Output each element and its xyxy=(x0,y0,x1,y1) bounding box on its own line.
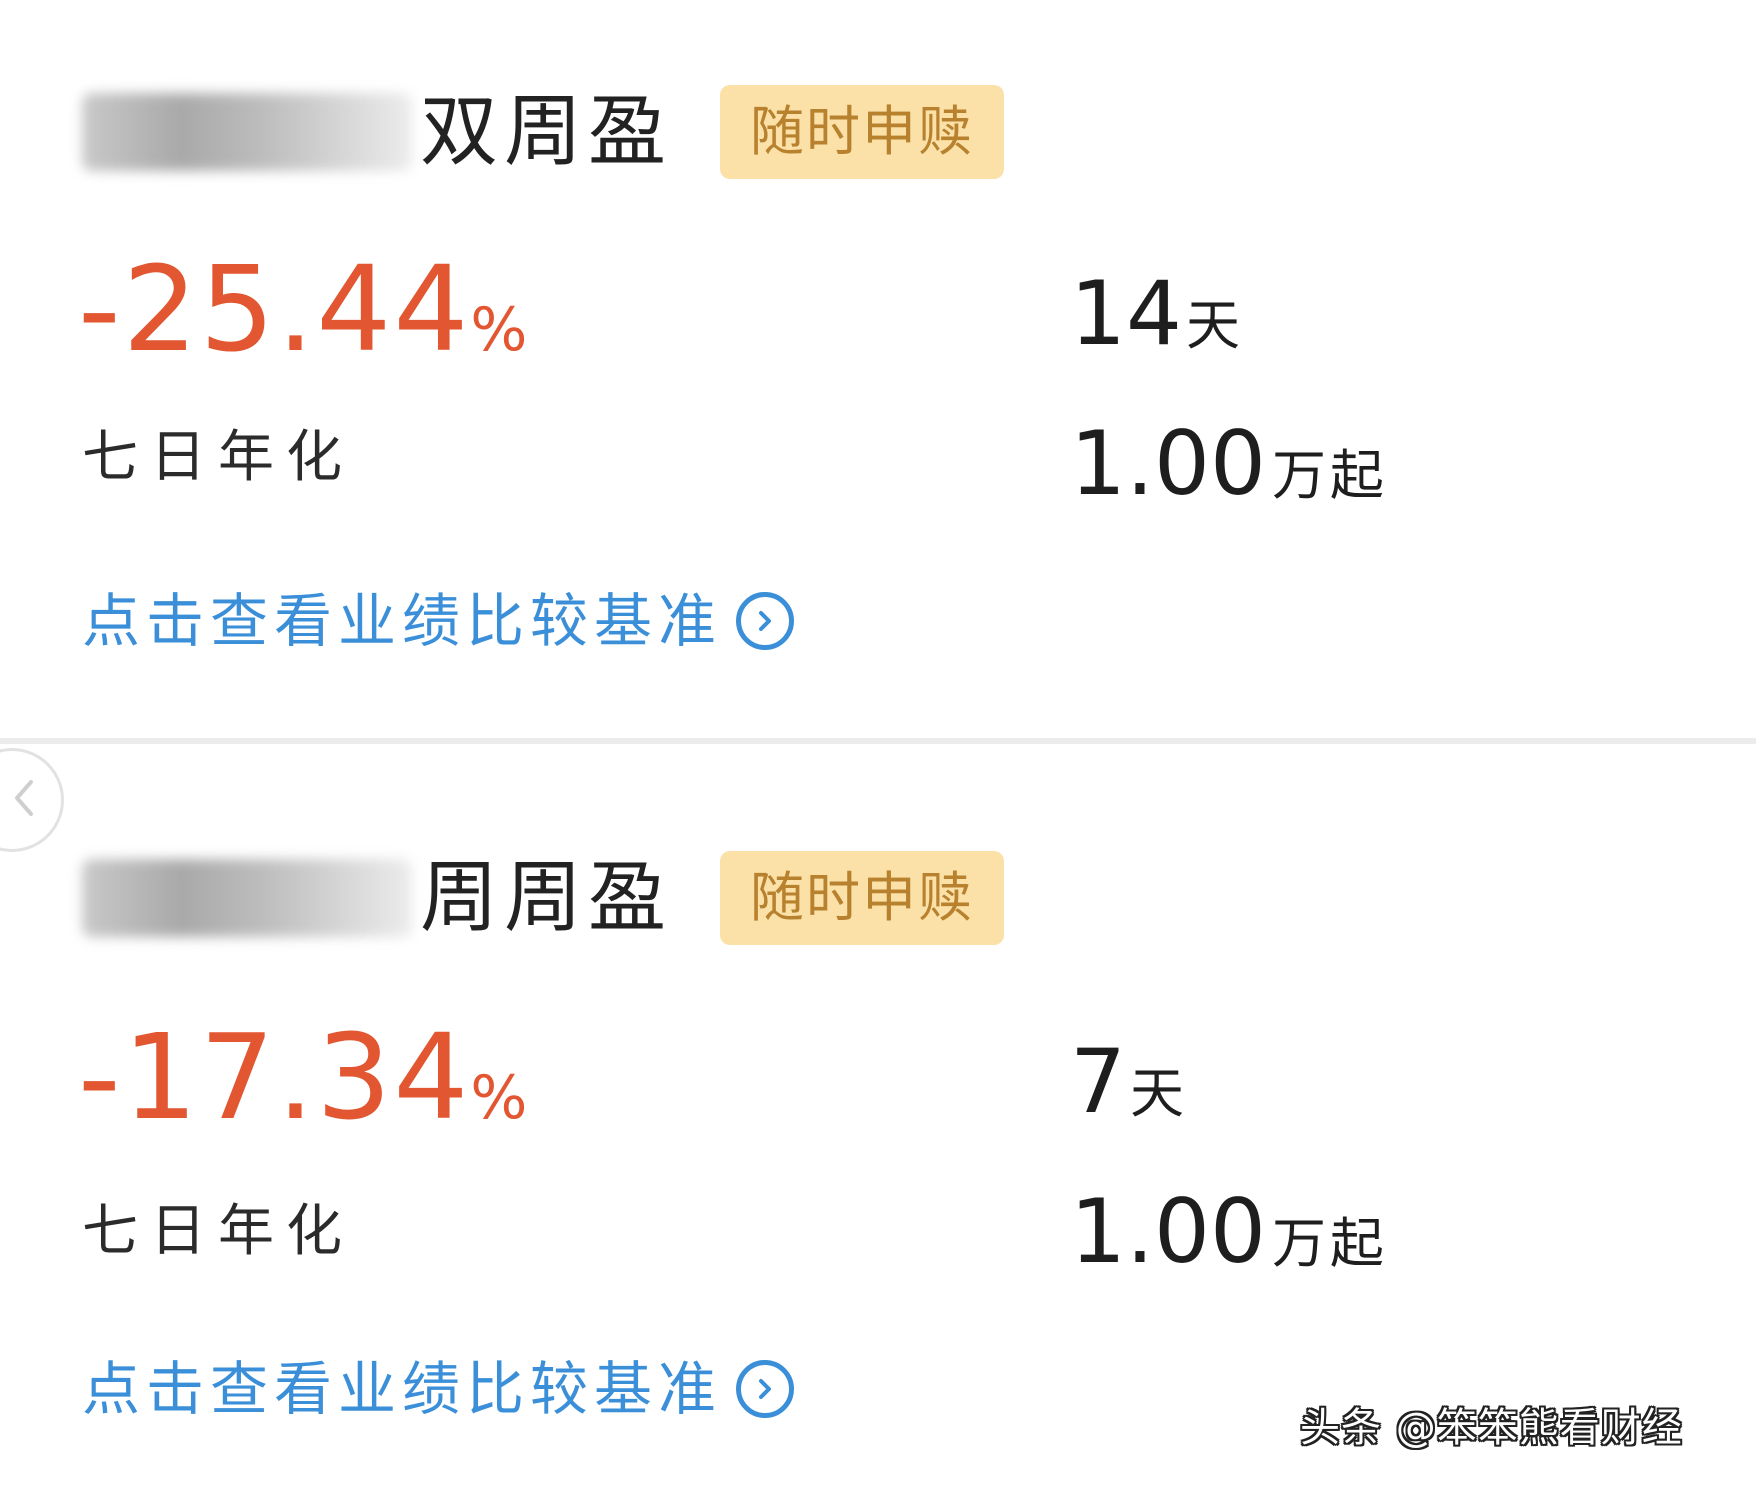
blurred-product-name xyxy=(82,859,412,937)
redeem-tag: 随时申赎 xyxy=(720,85,1005,179)
view-benchmark-link[interactable]: 点击查看业绩比较基准 xyxy=(82,587,795,655)
redeem-tag: 随时申赎 xyxy=(720,851,1005,945)
rate-unit: % xyxy=(470,295,528,365)
min-amount-value: 1.00 xyxy=(1070,1180,1266,1283)
period-value: 7 xyxy=(1070,1030,1126,1133)
period-value: 14 xyxy=(1070,262,1182,365)
blurred-product-name xyxy=(82,93,412,171)
chevron-left-icon xyxy=(9,778,39,822)
holding-period: 14天 xyxy=(1070,270,1240,358)
min-amount-unit: 万起 xyxy=(1271,1212,1388,1275)
rate-label: 七日年化 xyxy=(82,425,354,490)
benchmark-link-label: 点击查看业绩比较基准 xyxy=(82,587,723,655)
rate-unit: % xyxy=(470,1063,528,1133)
minimum-amount: 1.00 万起 xyxy=(1070,1188,1388,1276)
product-name-row: 双周盈 随时申赎 xyxy=(82,82,1005,182)
chevron-right-circle-icon xyxy=(736,592,795,650)
rate-value: -17.34 xyxy=(78,1008,471,1146)
rate-value: -25.44 xyxy=(78,240,471,378)
product-name: 双周盈 xyxy=(420,87,673,177)
minimum-amount: 1.00 万起 xyxy=(1070,420,1388,508)
chevron-right-circle-icon xyxy=(736,1360,795,1418)
rate-label: 七日年化 xyxy=(82,1199,354,1264)
seven-day-annualized-rate: -17.34% xyxy=(78,1018,527,1136)
holding-period: 7天 xyxy=(1070,1038,1184,1126)
product-card[interactable]: 双周盈 随时申赎 -25.44% 七日年化 14天 1.00 万起 点击查看业绩比… xyxy=(0,0,1756,740)
product-card[interactable]: 周周盈 随时申赎 -17.34% 七日年化 7天 1.00 万起 点击查看业绩比较… xyxy=(0,768,1756,1496)
product-list: 双周盈 随时申赎 -25.44% 七日年化 14天 1.00 万起 点击查看业绩比… xyxy=(0,0,1756,1496)
product-name-row: 周周盈 随时申赎 xyxy=(82,848,1005,948)
min-amount-value: 1.00 xyxy=(1070,412,1266,515)
product-name: 周周盈 xyxy=(420,853,673,943)
benchmark-link-label: 点击查看业绩比较基准 xyxy=(82,1355,723,1423)
card-divider xyxy=(0,738,1756,744)
watermark: 头条 @笨笨熊看财经 xyxy=(1300,1405,1683,1451)
seven-day-annualized-rate: -25.44% xyxy=(78,250,527,368)
min-amount-unit: 万起 xyxy=(1271,444,1388,507)
period-unit: 天 xyxy=(1185,294,1240,357)
view-benchmark-link[interactable]: 点击查看业绩比较基准 xyxy=(82,1355,795,1423)
period-unit: 天 xyxy=(1130,1062,1184,1125)
